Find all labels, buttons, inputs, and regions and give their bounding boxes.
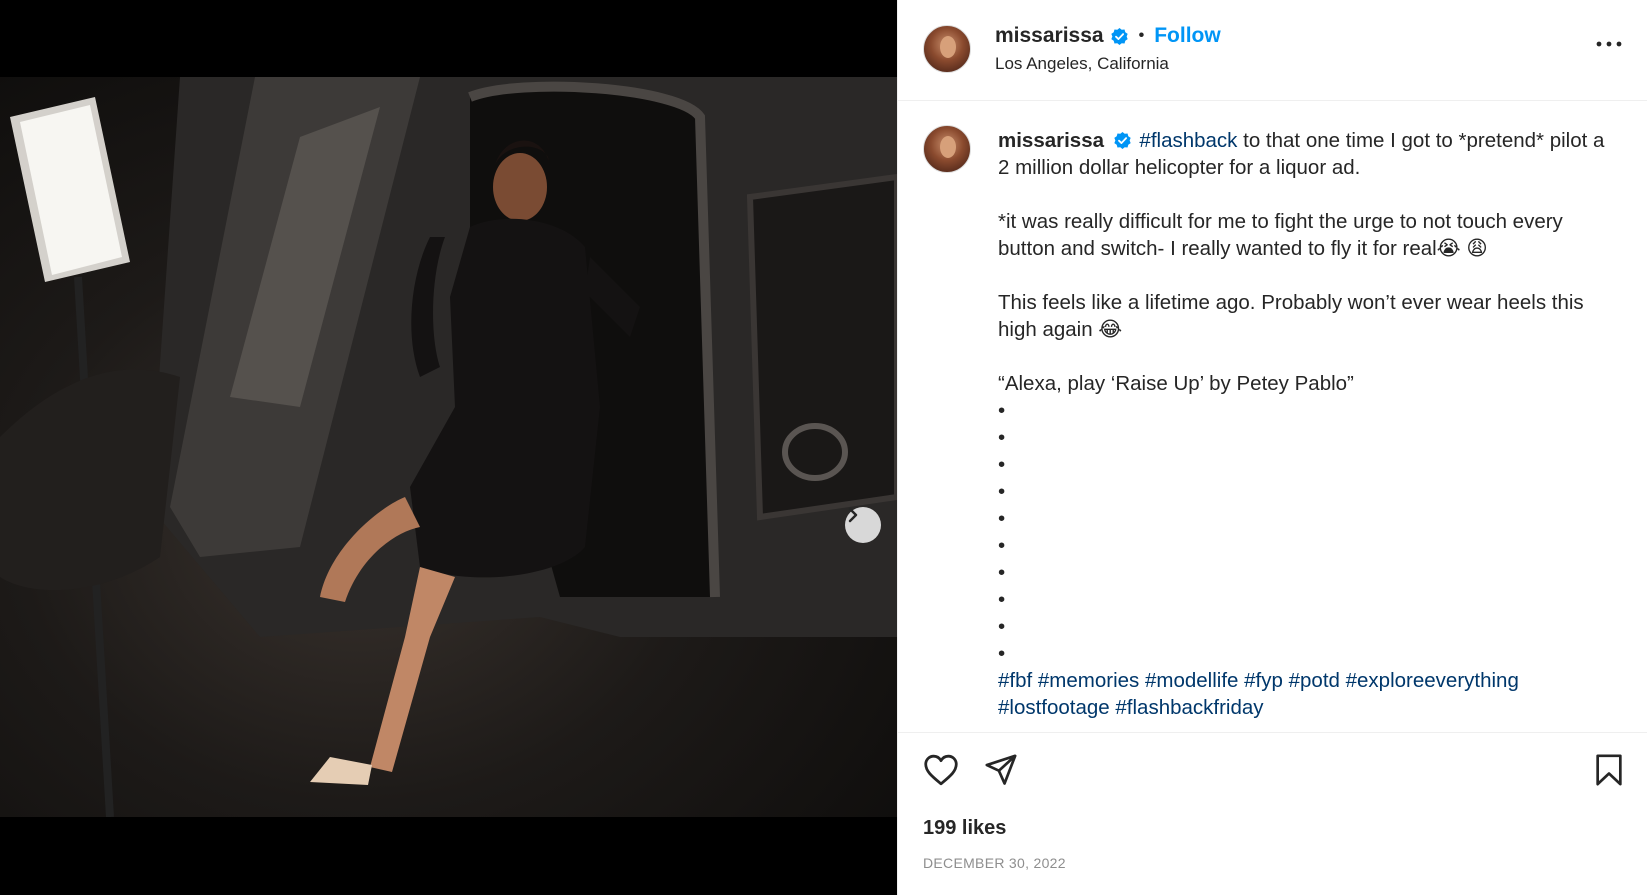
hashtag-link[interactable]: #fyp <box>1244 669 1283 692</box>
post-actions <box>898 733 1647 803</box>
next-image-button[interactable] <box>845 507 881 543</box>
hashtag-link[interactable]: #memories <box>1038 669 1139 692</box>
post-side-panel: missarissa • Follow Los Angeles, Califor… <box>897 0 1647 895</box>
hashtag-list: #fbf #memories #modellife #fyp #potd #ex… <box>998 667 1608 721</box>
username-link[interactable]: missarissa <box>995 24 1104 48</box>
caption-paragraph: *it was really difficult for me to fight… <box>998 210 1563 260</box>
post-author: missarissa • Follow <box>995 24 1221 48</box>
hashtag-link[interactable]: #modellife <box>1145 669 1238 692</box>
hashtag-link[interactable]: #fbf <box>998 669 1032 692</box>
chevron-right-icon <box>848 507 858 523</box>
bullet-line: • <box>998 507 1006 530</box>
post-caption: missarissa #flashback to that one time I… <box>998 127 1608 721</box>
hashtag-link[interactable]: #flashbackfriday <box>1115 696 1263 719</box>
hashtag-link[interactable]: #flashback <box>1139 129 1237 152</box>
hashtag-link[interactable]: #exploreeverything <box>1346 669 1519 692</box>
bullet-line: • <box>998 642 1006 665</box>
verified-badge-icon <box>1110 27 1128 45</box>
avatar[interactable] <box>923 25 971 73</box>
follow-button[interactable]: Follow <box>1154 24 1221 48</box>
separator-dot: • <box>1138 27 1145 44</box>
verified-badge-icon <box>1114 131 1131 150</box>
caption-section: missarissa #flashback to that one time I… <box>898 101 1647 733</box>
likes-count[interactable]: 199 likes <box>923 817 1006 840</box>
bullet-list: • • • • • • • • • • <box>998 397 1608 667</box>
post-media <box>0 0 897 895</box>
post-header: missarissa • Follow Los Angeles, Califor… <box>898 0 1647 101</box>
paper-plane-icon[interactable] <box>984 753 1018 787</box>
bullet-line: • <box>998 399 1006 422</box>
bullet-line: • <box>998 480 1006 503</box>
avatar[interactable] <box>923 125 971 173</box>
caption-paragraph: This feels like a lifetime ago. Probably… <box>998 291 1584 341</box>
more-options-icon[interactable] <box>1594 34 1624 54</box>
caption-paragraph: “Alexa, play ‘Raise Up’ by Petey Pablo” <box>998 372 1354 395</box>
bullet-line: • <box>998 534 1006 557</box>
helicopter-photo-illustration <box>0 77 897 817</box>
bullet-line: • <box>998 615 1006 638</box>
bookmark-icon[interactable] <box>1594 753 1624 787</box>
post-date[interactable]: DECEMBER 30, 2022 <box>923 855 1066 871</box>
bullet-line: • <box>998 561 1006 584</box>
location-link[interactable]: Los Angeles, California <box>995 54 1169 74</box>
bullet-line: • <box>998 453 1006 476</box>
caption-username[interactable]: missarissa <box>998 129 1104 152</box>
bullet-line: • <box>998 426 1006 449</box>
post-photo[interactable] <box>0 77 897 817</box>
bullet-line: • <box>998 588 1006 611</box>
hashtag-link[interactable]: #potd <box>1289 669 1340 692</box>
heart-icon[interactable] <box>923 754 959 786</box>
hashtag-link[interactable]: #lostfootage <box>998 696 1110 719</box>
